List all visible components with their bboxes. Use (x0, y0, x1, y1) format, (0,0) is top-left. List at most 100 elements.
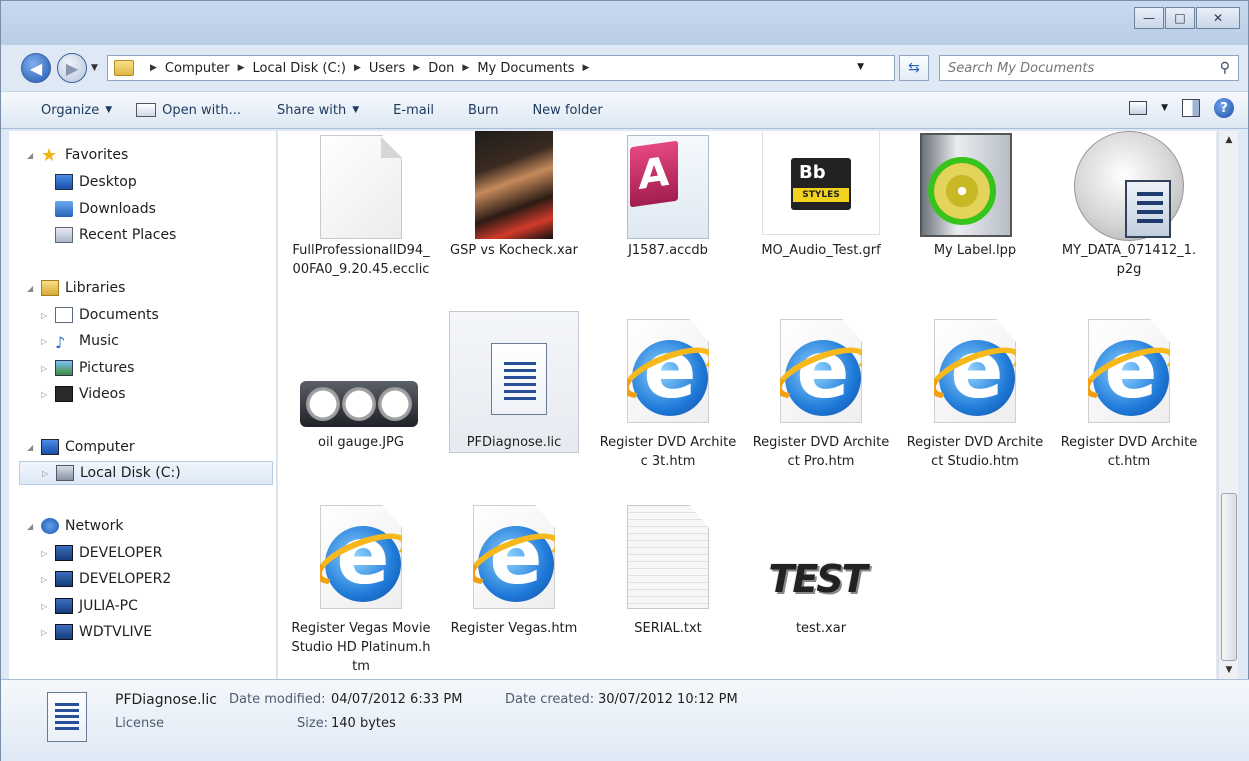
bb-logo-subtext: STYLES (793, 188, 849, 202)
explorer-window: — □ ✕ ◀ ▶ ▼ ▶ Computer ▶ Local Disk (C:)… (0, 0, 1249, 761)
open-with-icon (136, 103, 157, 117)
access-logo: A (630, 140, 678, 208)
scrollbar-thumb[interactable] (1221, 493, 1237, 661)
chevron-right-icon[interactable]: ▶ (462, 63, 469, 73)
open-with-label: Open with... (162, 102, 242, 118)
breadcrumb-computer[interactable]: Computer (165, 61, 230, 76)
breadcrumb-don[interactable]: Don (428, 61, 454, 76)
nav-julia-pc[interactable]: ▷ JULIA-PC (41, 594, 138, 618)
film-strip-icon (55, 386, 73, 402)
internet-explorer-icon (627, 319, 709, 423)
collapsed-triangle-icon[interactable]: ▷ (41, 364, 55, 373)
folder-icon (114, 60, 134, 76)
nav-favorites[interactable]: ◢ ★ Favorites (27, 143, 128, 167)
nav-documents[interactable]: ▷ Documents (41, 303, 159, 327)
breadcrumb-users[interactable]: Users (369, 61, 405, 76)
expand-triangle-icon[interactable]: ◢ (27, 284, 41, 293)
nav-libraries[interactable]: ◢ Libraries (27, 276, 125, 300)
nav-label: Downloads (79, 201, 156, 217)
nav-music[interactable]: ▷ ♪ Music (41, 329, 119, 353)
nav-local-disk[interactable]: ▷ Local Disk (C:) (19, 461, 273, 485)
search-input[interactable] (948, 60, 1220, 76)
bb-logo-text: Bb (799, 162, 826, 183)
search-icon[interactable]: ⚲ (1220, 60, 1230, 76)
maximize-button[interactable]: □ (1165, 7, 1195, 29)
nav-videos[interactable]: ▷ Videos (41, 382, 126, 406)
nav-label: Libraries (65, 280, 126, 296)
file-name: oil gauge.JPG (318, 435, 404, 450)
nav-wdtvlive[interactable]: ▷ WDTVLIVE (41, 620, 152, 644)
organize-button[interactable]: Organize ▼ (1, 92, 124, 128)
details-pane: PFDiagnose.lic License Date modified: 04… (1, 679, 1249, 761)
collapsed-triangle-icon[interactable]: ▷ (41, 311, 55, 320)
nav-desktop[interactable]: Desktop (55, 170, 137, 194)
breadcrumb-local-disk[interactable]: Local Disk (C:) (252, 61, 345, 76)
title-bar: — □ ✕ (1, 1, 1248, 45)
chevron-right-icon[interactable]: ▶ (150, 63, 157, 73)
address-bar[interactable]: ▶ Computer ▶ Local Disk (C:) ▶ Users ▶ D… (107, 55, 895, 81)
forward-button[interactable]: ▶ (57, 53, 87, 83)
collapsed-triangle-icon[interactable]: ▷ (42, 469, 56, 478)
downloads-icon (55, 201, 73, 217)
recent-pages-dropdown[interactable]: ▼ (91, 63, 98, 73)
breadcrumb-my-documents[interactable]: My Documents (477, 61, 574, 76)
collapsed-triangle-icon[interactable]: ▷ (41, 337, 55, 346)
collapsed-triangle-icon[interactable]: ▷ (41, 602, 55, 611)
change-view-icon[interactable] (1129, 101, 1148, 115)
new-folder-button[interactable]: New folder (510, 92, 614, 128)
collapsed-triangle-icon[interactable]: ▷ (41, 628, 55, 637)
nav-label: Pictures (79, 360, 135, 376)
expand-triangle-icon[interactable]: ◢ (27, 522, 41, 531)
nav-network[interactable]: ◢ Network (27, 514, 123, 538)
bb-styles-icon: Bb STYLES (762, 131, 880, 235)
recent-places-icon (55, 227, 73, 243)
minimize-button[interactable]: — (1134, 7, 1164, 29)
collapsed-triangle-icon[interactable]: ▷ (41, 575, 55, 584)
chevron-right-icon[interactable]: ▶ (354, 63, 361, 73)
collapsed-triangle-icon[interactable]: ▷ (41, 549, 55, 558)
chevron-down-icon: ▼ (105, 105, 113, 115)
desktop-icon (55, 174, 73, 190)
expand-triangle-icon[interactable]: ◢ (27, 443, 41, 452)
nav-downloads[interactable]: Downloads (55, 197, 156, 221)
address-history-dropdown[interactable]: ▼ (857, 62, 864, 72)
music-note-icon: ♪ (55, 333, 66, 352)
nav-label: Desktop (79, 174, 137, 190)
nav-developer[interactable]: ▷ DEVELOPER (41, 541, 162, 565)
breadcrumb: ▶ Computer ▶ Local Disk (C:) ▶ Users ▶ D… (142, 61, 597, 76)
file-name: J1587.accdb (628, 243, 708, 258)
vertical-scrollbar[interactable]: ▲ ▼ (1218, 131, 1238, 679)
chevron-right-icon[interactable]: ▶ (583, 63, 590, 73)
arrow-left-icon: ◀ (29, 58, 43, 78)
chevron-right-icon[interactable]: ▶ (238, 63, 245, 73)
license-document-icon (491, 343, 547, 415)
nav-developer2[interactable]: ▷ DEVELOPER2 (41, 567, 171, 591)
internet-explorer-icon (473, 505, 555, 609)
file-list: FullProfessionalID94_00FA0_9.20.45.eccli… (278, 131, 1216, 679)
file-name: MY_DATA_071412_1.p2g (1061, 243, 1197, 277)
nav-computer[interactable]: ◢ Computer (27, 435, 135, 459)
chevron-down-icon[interactable]: ▼ (1161, 103, 1168, 113)
expand-triangle-icon[interactable]: ◢ (27, 151, 41, 160)
file-name: FullProfessionalID94_00FA0_9.20.45.eccli… (292, 243, 430, 277)
label-disc-icon (920, 133, 1012, 237)
license-document-icon (47, 692, 87, 742)
refresh-button[interactable]: ⇆ (899, 55, 929, 81)
nav-label: Network (65, 518, 124, 534)
nav-recent-places[interactable]: Recent Places (55, 223, 176, 247)
scroll-down-icon[interactable]: ▼ (1219, 661, 1239, 679)
share-with-button[interactable]: Share with ▼ (253, 92, 371, 128)
open-with-button[interactable]: Open with... (124, 92, 253, 128)
burn-button[interactable]: Burn (446, 92, 511, 128)
scroll-up-icon[interactable]: ▲ (1219, 131, 1239, 149)
preview-pane-icon[interactable] (1182, 99, 1200, 117)
collapsed-triangle-icon[interactable]: ▷ (41, 390, 55, 399)
close-button[interactable]: ✕ (1196, 7, 1240, 29)
nav-label: JULIA-PC (79, 598, 138, 614)
back-button[interactable]: ◀ (21, 53, 51, 83)
nav-pictures[interactable]: ▷ Pictures (41, 356, 134, 380)
chevron-right-icon[interactable]: ▶ (413, 63, 420, 73)
size-label: Size: (297, 716, 329, 731)
email-button[interactable]: E-mail (371, 92, 446, 128)
help-icon[interactable]: ? (1214, 98, 1234, 118)
